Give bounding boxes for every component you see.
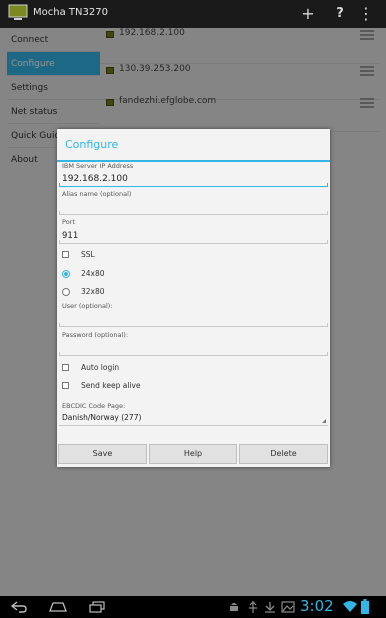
size-32x80-label: 32x80 (81, 287, 105, 296)
ssl-checkbox[interactable] (62, 251, 69, 258)
port-underline (59, 243, 328, 244)
alias-label: Alias name (optional) (62, 190, 132, 198)
delete-button[interactable]: Delete (239, 444, 328, 464)
server-ip-label: IBM Server IP Address (62, 162, 134, 170)
field-cap (327, 240, 328, 243)
app-logo-icon (8, 4, 28, 20)
field-cap (59, 211, 60, 214)
port-label: Port (62, 218, 75, 226)
home-icon[interactable] (49, 602, 67, 612)
dialog-button-bar: Save Help Delete (57, 442, 330, 467)
status-clock: 3:02 (300, 597, 334, 615)
ssl-label: SSL (81, 250, 95, 259)
password-label: Password (optional): (62, 331, 129, 339)
size-24x80-label: 24x80 (81, 269, 105, 278)
server-ip-field[interactable]: 192.168.2.100 (62, 174, 128, 184)
action-bar: Mocha TN3270 + ? ⋮ (0, 0, 386, 28)
server-ip-underline (59, 186, 328, 187)
keep-alive-label: Send keep alive (81, 381, 141, 390)
help-icon[interactable]: ? (330, 4, 350, 24)
app-title: Mocha TN3270 (33, 7, 108, 18)
android-debug-icon (230, 603, 238, 611)
spinner-arrow-icon (322, 419, 326, 423)
size-24x80-radio[interactable] (62, 270, 70, 278)
back-icon[interactable] (10, 601, 28, 613)
system-nav-bar: 3:02 (0, 596, 386, 618)
recent-apps-icon[interactable] (89, 601, 105, 613)
port-field[interactable]: 911 (62, 231, 78, 241)
field-cap (59, 352, 60, 355)
download-icon (265, 602, 275, 613)
field-cap (59, 240, 60, 243)
auto-login-label: Auto login (81, 363, 120, 372)
field-cap (327, 352, 328, 355)
configure-dialog: Configure IBM Server IP Address 192.168.… (57, 129, 330, 467)
codepage-underline (59, 425, 328, 426)
alias-underline (59, 214, 328, 215)
user-underline (59, 326, 328, 327)
field-cap (59, 183, 60, 186)
field-cap (327, 323, 328, 326)
dialog-title: Configure (65, 138, 119, 151)
auto-login-checkbox[interactable] (62, 364, 69, 371)
field-cap (327, 183, 328, 186)
codepage-label: EBCDIC Code Page: (62, 402, 126, 410)
battery-icon (361, 599, 369, 614)
codepage-spinner[interactable]: Danish/Norway (277) (62, 413, 141, 422)
add-icon[interactable]: + (298, 4, 318, 24)
field-cap (59, 323, 60, 326)
wifi-icon (343, 601, 357, 612)
user-label: User (optional): (62, 302, 113, 310)
usb-icon (249, 601, 257, 613)
field-cap (327, 211, 328, 214)
save-button[interactable]: Save (58, 444, 147, 464)
image-icon (281, 601, 295, 613)
keep-alive-checkbox[interactable] (62, 382, 69, 389)
help-button[interactable]: Help (149, 444, 237, 464)
overflow-menu-icon[interactable]: ⋮ (356, 4, 376, 24)
password-underline (59, 355, 328, 356)
size-32x80-radio[interactable] (62, 288, 70, 296)
